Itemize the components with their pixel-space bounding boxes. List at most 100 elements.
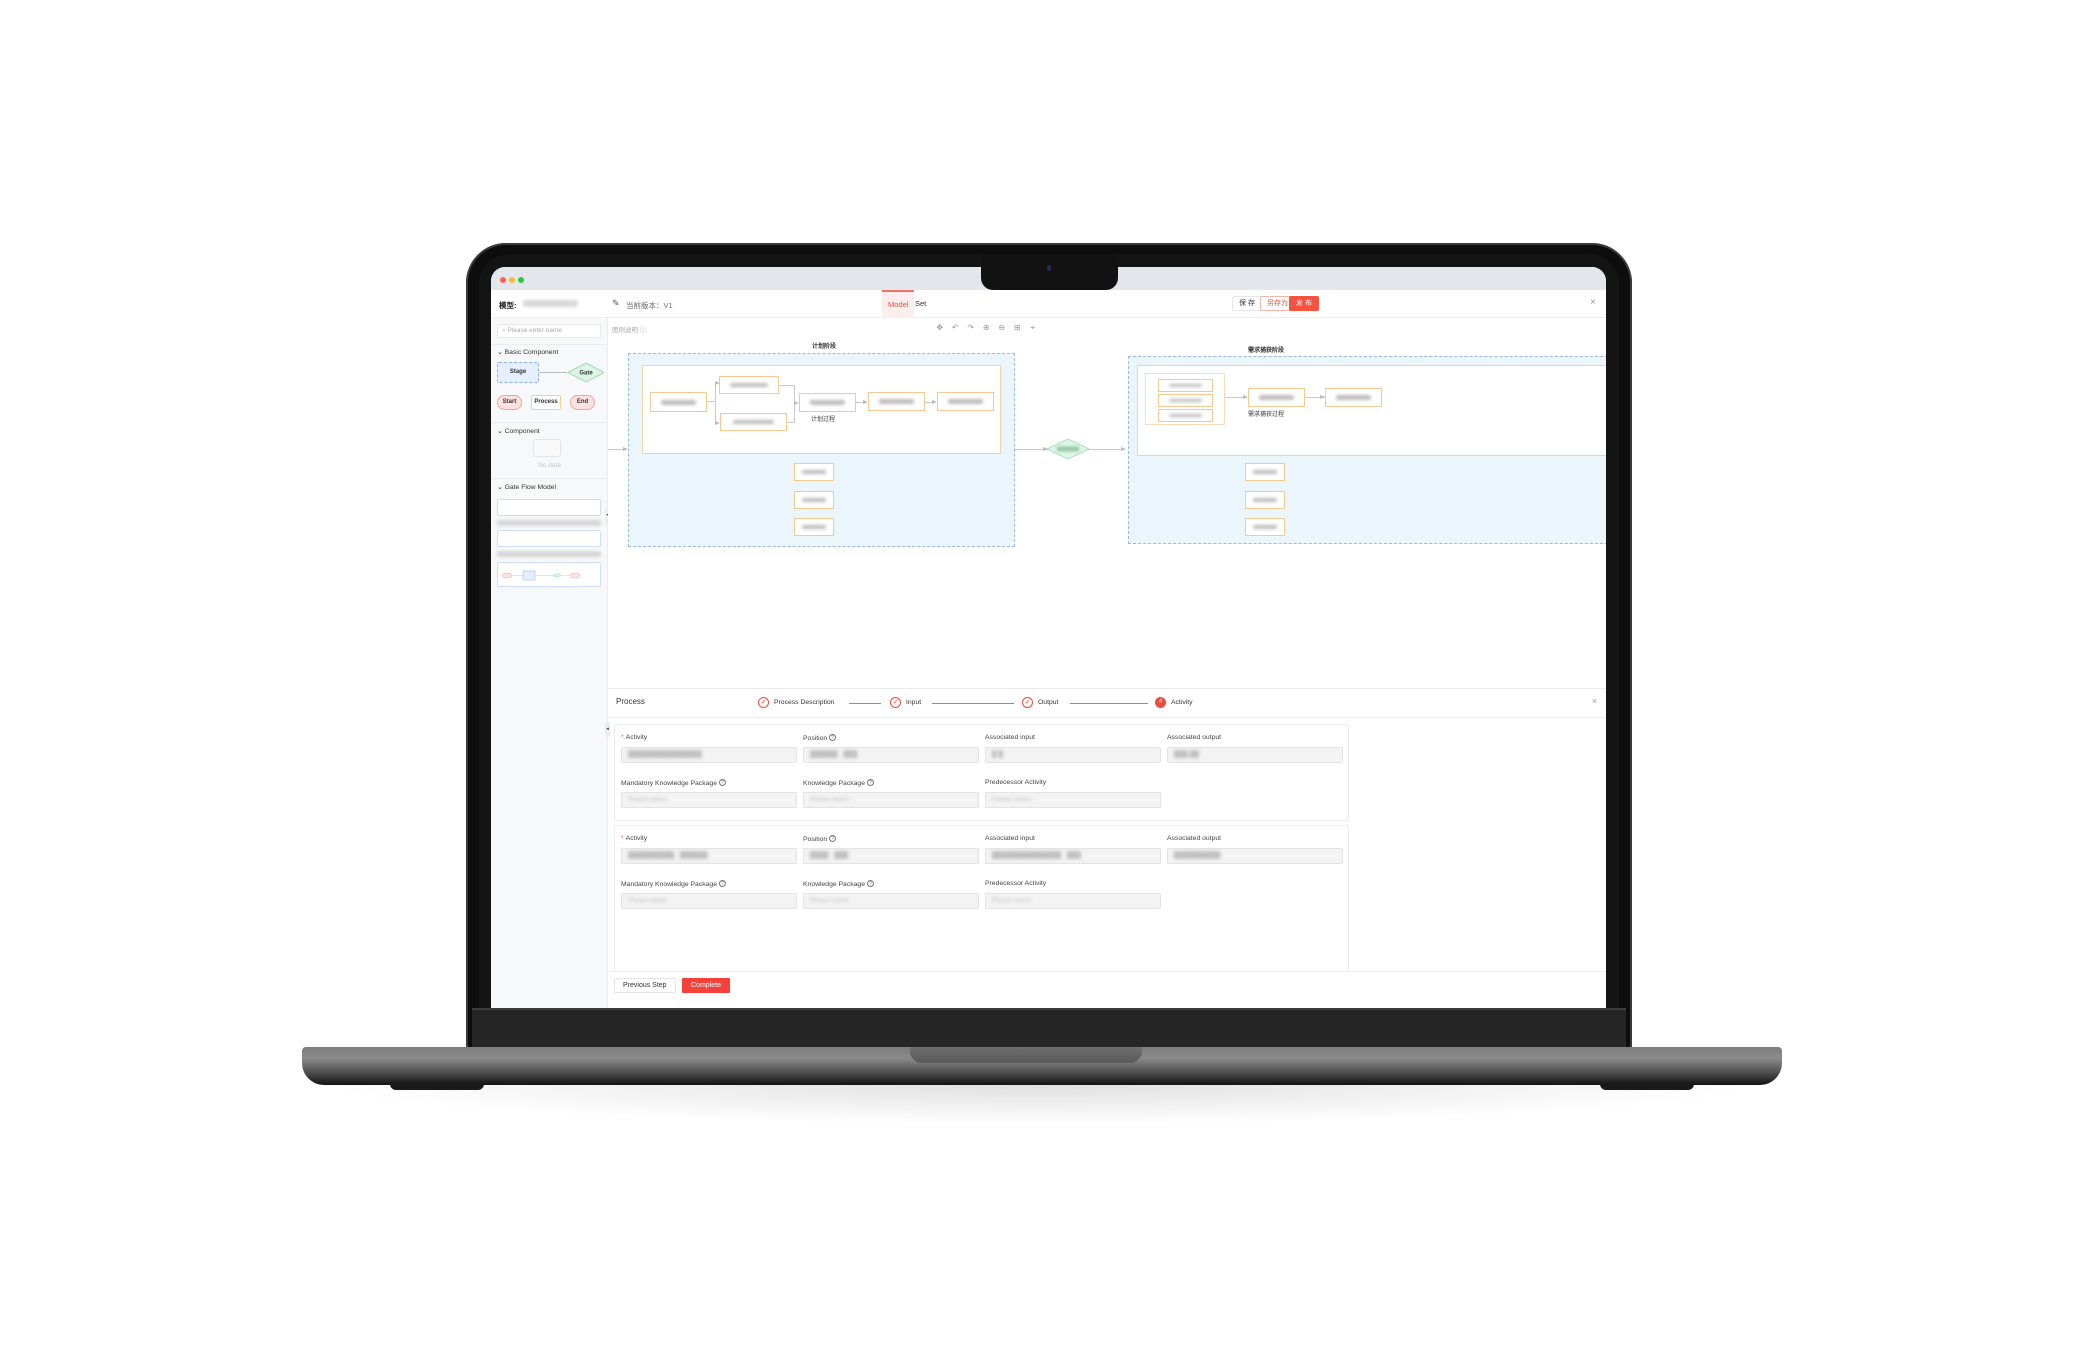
help-icon[interactable]: ? [866,779,874,786]
model-name-redacted [523,300,578,307]
stage-component[interactable]: Stage [497,362,539,383]
previous-step-button[interactable]: Previous Step [614,978,676,993]
section-gate-flow-model[interactable]: ⌄ Gate Flow Model [497,483,556,491]
gate-flow-template-thumbnail[interactable] [497,530,601,547]
gate-component[interactable]: Gate [568,362,604,383]
complete-button[interactable]: Complete [682,978,730,993]
connector-line [539,372,567,373]
activity-field[interactable]: ██████████ · ██████ [621,848,797,864]
zoom-out-icon[interactable]: ⊖ [994,322,1010,334]
output-node[interactable] [794,518,834,536]
save-button[interactable]: 保 存 [1232,296,1262,311]
activity-node[interactable] [799,393,856,412]
knowledge-package-select[interactable]: Please select [803,792,979,808]
close-icon[interactable]: × [1590,297,1596,308]
activity-node[interactable] [937,392,994,411]
tab-set[interactable]: Set [909,290,932,318]
help-icon[interactable]: ? [829,734,837,741]
output-node[interactable] [794,463,834,481]
divider [491,478,608,479]
step-input[interactable]: ✓ Input [890,697,921,708]
activity-node[interactable] [1158,379,1213,392]
panel-collapse-handle[interactable]: ◂ [605,722,610,737]
arrow-icon [1121,447,1126,451]
zoom-in-icon[interactable]: ⊕ [979,322,995,334]
chevron-down-icon: ⌄ [497,428,503,435]
mandatory-knowledge-package-select[interactable]: Please select [621,792,797,808]
screen: 模型: ✎ 当前版本：V1 Model Set 保 存 另存为 发 布 × ⌕ … [491,267,1606,1008]
activity-field[interactable]: ████████████████ [621,747,797,763]
activity-node[interactable] [719,376,779,394]
activity-node[interactable] [720,413,787,431]
edit-icon[interactable]: ✎ [612,298,620,309]
check-circle-icon: ✓ [1022,697,1033,708]
output-node[interactable] [1245,463,1285,481]
empty-state-text: No data [538,462,561,469]
predecessor-activity-select[interactable]: Please select [985,893,1161,909]
step-label: Process Description [774,699,835,706]
diagram-canvas[interactable]: 图例说明 ⓘ ✥ ↶ ↷ ⊕ ⊖ ⊞ ⌖ 计划阶段 计划过程 需求捕获阶段 需求… [608,318,1606,736]
template-preview [501,570,581,581]
activity-node[interactable] [1325,388,1382,407]
canvas-toolbar: ✥ ↶ ↷ ⊕ ⊖ ⊞ ⌖ [932,322,1041,334]
position-field[interactable]: ██████ · ███ [803,747,979,763]
end-component[interactable]: End [570,395,595,410]
activity-node[interactable] [650,392,707,412]
help-icon[interactable]: ? [718,880,726,887]
export-icon[interactable]: ⊞ [1010,322,1026,334]
redo-icon[interactable]: ↷ [963,322,979,334]
activity-label: * Activity [621,734,648,741]
window-minimize-button[interactable] [509,277,515,283]
associated-input-field[interactable]: ███████████████ · ███ [985,848,1161,864]
gate-node[interactable] [1047,438,1089,460]
associated-output-label: Associated output [1167,734,1222,741]
associated-output-field[interactable]: ██████████ [1167,848,1343,864]
gate-flow-template-thumbnail[interactable] [497,499,601,516]
move-icon[interactable]: ✥ [932,322,948,334]
step-process-description[interactable]: ✓ Process Description [758,697,834,708]
help-icon[interactable]: ? [829,835,837,842]
output-node[interactable] [794,491,834,509]
output-node[interactable] [1245,491,1285,509]
center-icon[interactable]: ⌖ [1025,322,1041,334]
laptop-shadow [320,1085,1760,1125]
position-label: Position? [803,734,837,742]
section-component[interactable]: ⌄ Component [497,427,540,435]
publish-button[interactable]: 发 布 [1289,296,1319,311]
window-maximize-button[interactable] [518,277,524,283]
empty-inbox-icon [533,439,561,457]
laptop-chin [472,1008,1626,1050]
help-icon[interactable]: ? [866,880,874,887]
gate-flow-template-thumbnail[interactable] [497,562,601,587]
undo-icon[interactable]: ↶ [948,322,964,334]
stage-label: 需求捕获阶段 [1248,348,1285,354]
mandatory-knowledge-package-label: Mandatory Knowledge Package? [621,779,726,787]
help-icon[interactable]: ? [718,779,726,786]
step-number-badge: 4 [1155,697,1166,708]
associated-input-field[interactable]: █ █ [985,747,1161,763]
knowledge-package-select[interactable]: Please select [803,893,979,909]
legend-toggle[interactable]: 图例说明 ⓘ [612,324,646,334]
section-title: Gate Flow Model [504,484,556,491]
activity-node[interactable] [1158,394,1213,407]
activity-node[interactable] [868,392,925,411]
process-component[interactable]: Process [531,395,561,410]
section-basic-component[interactable]: ⌄ Basic Component [497,348,558,356]
activity-label: * Activity [621,835,648,842]
predecessor-activity-select[interactable]: Please select [985,792,1161,808]
lid-opening-notch [910,1047,1142,1063]
position-field[interactable]: ████ · ███ [803,848,979,864]
step-output[interactable]: ✓ Output [1022,697,1058,708]
mandatory-knowledge-package-select[interactable]: Please select [621,893,797,909]
activity-node[interactable] [1248,388,1305,407]
edge [707,401,715,402]
output-node[interactable] [1245,518,1285,536]
start-component[interactable]: Start [497,395,522,410]
step-activity[interactable]: 4 Activity [1155,697,1193,708]
camera-icon [1047,265,1051,271]
window-close-button[interactable] [500,277,506,283]
activity-node[interactable] [1158,409,1213,422]
close-icon[interactable]: × [1592,696,1597,706]
associated-output-field[interactable]: ███ ██ [1167,747,1343,763]
search-input[interactable]: ⌕ Please enter name [497,324,601,338]
